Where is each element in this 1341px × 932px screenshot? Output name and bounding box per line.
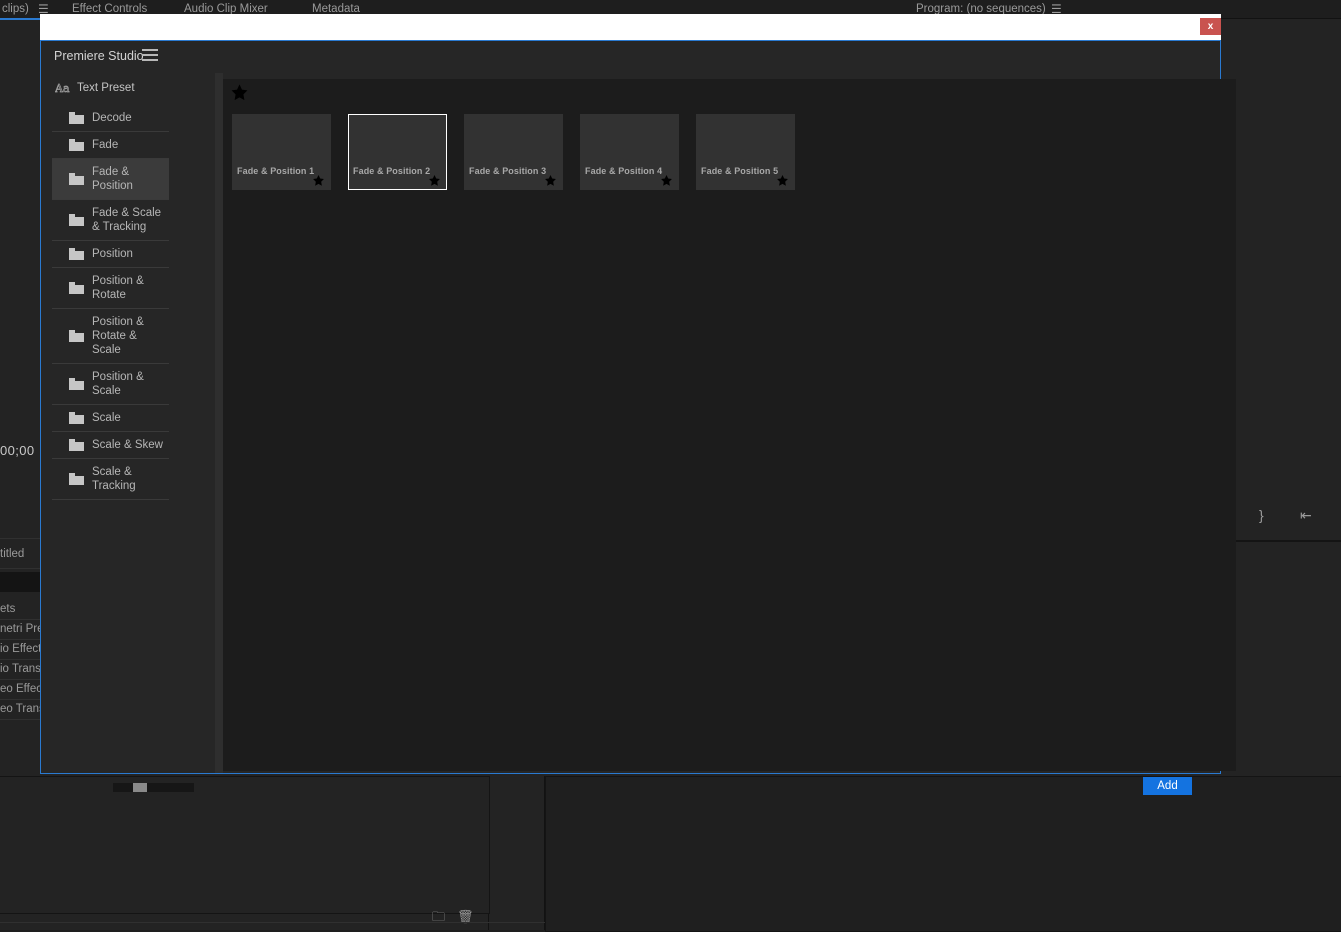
folder-icon bbox=[69, 214, 84, 226]
bg-project-name: titled bbox=[0, 548, 24, 560]
svg-text:Aa: Aa bbox=[55, 82, 70, 95]
sidebar-item-label: Scale & Tracking bbox=[92, 465, 165, 493]
sidebar-item-label: Position & Rotate & Scale bbox=[92, 315, 165, 357]
preset-card[interactable]: Fade & Position 1 bbox=[232, 114, 331, 190]
sidebar-header-label: Text Preset bbox=[77, 82, 135, 94]
content-toolbar bbox=[223, 79, 1236, 108]
folder-icon bbox=[69, 412, 84, 424]
bg-eff-div-3 bbox=[0, 679, 40, 680]
star-icon[interactable] bbox=[544, 174, 557, 187]
sidebar-item-decode[interactable]: Decode bbox=[52, 105, 169, 131]
bg-goto-in-icon[interactable]: ⇤ bbox=[1300, 508, 1312, 522]
hamburger-icon[interactable] bbox=[142, 49, 158, 63]
bg-eff-div-1 bbox=[0, 639, 40, 640]
bg-effects-header bbox=[0, 572, 40, 592]
sidebar-item-label: Fade & Position bbox=[92, 165, 165, 193]
bg-timecode: 00;00 bbox=[0, 443, 35, 458]
sidebar-header: Aa Text Preset bbox=[52, 73, 169, 103]
preset-card[interactable]: Fade & Position 4 bbox=[580, 114, 679, 190]
sidebar-item-position-scale[interactable]: Position & Scale bbox=[52, 363, 169, 404]
star-icon[interactable] bbox=[312, 174, 325, 187]
sidebar-item-scale[interactable]: Scale bbox=[52, 404, 169, 431]
sidebar-item-position-rotate[interactable]: Position & Rotate bbox=[52, 267, 169, 308]
star-icon[interactable] bbox=[660, 174, 673, 187]
preset-label: Fade & Position 1 bbox=[237, 166, 314, 176]
sidebar-item-label: Position bbox=[92, 247, 133, 261]
sidebar-item-label: Position & Scale bbox=[92, 370, 165, 398]
sidebar-item-fade-position[interactable]: Fade & Position bbox=[52, 158, 169, 199]
bg-eff-div-4 bbox=[0, 699, 40, 700]
preset-grid: Fade & Position 1 Fade & Position 2 Fade &… bbox=[232, 114, 1236, 190]
bg-effects-item-5[interactable]: eo Trans bbox=[0, 703, 45, 715]
bg-timeline-area bbox=[545, 776, 1341, 932]
slider-thumb[interactable] bbox=[133, 783, 147, 792]
star-icon[interactable] bbox=[776, 174, 789, 187]
star-icon[interactable] bbox=[428, 174, 441, 187]
bg-effects-item-2[interactable]: io Effect bbox=[0, 643, 41, 655]
bg-project-bin-area bbox=[0, 776, 490, 914]
close-icon[interactable]: x bbox=[1200, 18, 1221, 35]
folder-icon bbox=[69, 139, 84, 151]
folder-icon bbox=[69, 173, 84, 185]
sidebar-item-label: Scale & Skew bbox=[92, 438, 163, 452]
folder-icon bbox=[69, 378, 84, 390]
sidebar-item-scale-skew[interactable]: Scale & Skew bbox=[52, 431, 169, 458]
bg-eff-div-5 bbox=[0, 719, 40, 720]
bg-eff-div-2 bbox=[0, 659, 40, 660]
folder-icon bbox=[69, 248, 84, 260]
premiere-studio-dialog: Premiere Studio Aa Text Preset Decode Fad… bbox=[40, 40, 1221, 774]
sidebar-item-scale-tracking[interactable]: Scale & Tracking bbox=[52, 458, 169, 499]
bg-tab-clips[interactable]: clips) bbox=[2, 3, 29, 15]
bg-effects-item-4[interactable]: eo Effect bbox=[0, 683, 45, 695]
preset-card[interactable]: Fade & Position 5 bbox=[696, 114, 795, 190]
star-icon[interactable] bbox=[230, 83, 249, 102]
modal-titlebar: x bbox=[40, 14, 1221, 40]
bg-mark-out-icon[interactable]: } bbox=[1259, 508, 1264, 522]
sidebar-item-label: Scale bbox=[92, 411, 121, 425]
sidebar-item-label: Decode bbox=[92, 111, 132, 125]
sidebar-item-label: Fade bbox=[92, 138, 118, 152]
folder-icon bbox=[69, 473, 84, 485]
bg-effects-item-0[interactable]: ets bbox=[0, 603, 15, 615]
folder-icon bbox=[69, 330, 84, 342]
preset-folder-list: Decode Fade Fade & Position Fade & Scale & … bbox=[52, 105, 169, 500]
preset-label: Fade & Position 3 bbox=[469, 166, 546, 176]
preset-browser: Fade & Position 1 Fade & Position 2 Fade &… bbox=[223, 79, 1236, 771]
preset-card[interactable]: Fade & Position 2 bbox=[348, 114, 447, 190]
thumbnail-size-slider[interactable] bbox=[113, 783, 194, 792]
sidebar-splitter[interactable] bbox=[215, 73, 223, 773]
folder-icon bbox=[69, 439, 84, 451]
bg-bottom-divider bbox=[0, 922, 545, 923]
preset-label: Fade & Position 5 bbox=[701, 166, 778, 176]
sidebar-item-label: Fade & Scale & Tracking bbox=[92, 206, 165, 234]
preset-label: Fade & Position 4 bbox=[585, 166, 662, 176]
bg-divider-1 bbox=[0, 538, 40, 539]
sidebar-item-position-rotate-scale[interactable]: Position & Rotate & Scale bbox=[52, 308, 169, 363]
sidebar: Aa Text Preset Decode Fade Fade & Position… bbox=[52, 73, 169, 773]
dialog-header: Premiere Studio bbox=[41, 41, 1220, 73]
sidebar-item-fade[interactable]: Fade bbox=[52, 131, 169, 158]
bg-effects-item-3[interactable]: io Trans bbox=[0, 663, 41, 675]
preset-card[interactable]: Fade & Position 3 bbox=[464, 114, 563, 190]
sidebar-item-position[interactable]: Position bbox=[52, 240, 169, 267]
sidebar-item-label: Position & Rotate bbox=[92, 274, 165, 302]
preset-label: Fade & Position 2 bbox=[353, 166, 430, 176]
bg-eff-div-0 bbox=[0, 619, 40, 620]
folder-icon bbox=[69, 112, 84, 124]
sidebar-item-fade-scale-tracking[interactable]: Fade & Scale & Tracking bbox=[52, 199, 169, 240]
add-button[interactable]: Add bbox=[1143, 777, 1192, 795]
page-title: Premiere Studio bbox=[54, 49, 144, 63]
folder-icon bbox=[69, 282, 84, 294]
bg-divider-2 bbox=[0, 568, 40, 569]
bg-effects-item-1[interactable]: netri Pre bbox=[0, 623, 43, 635]
text-preset-icon: Aa bbox=[55, 82, 70, 95]
